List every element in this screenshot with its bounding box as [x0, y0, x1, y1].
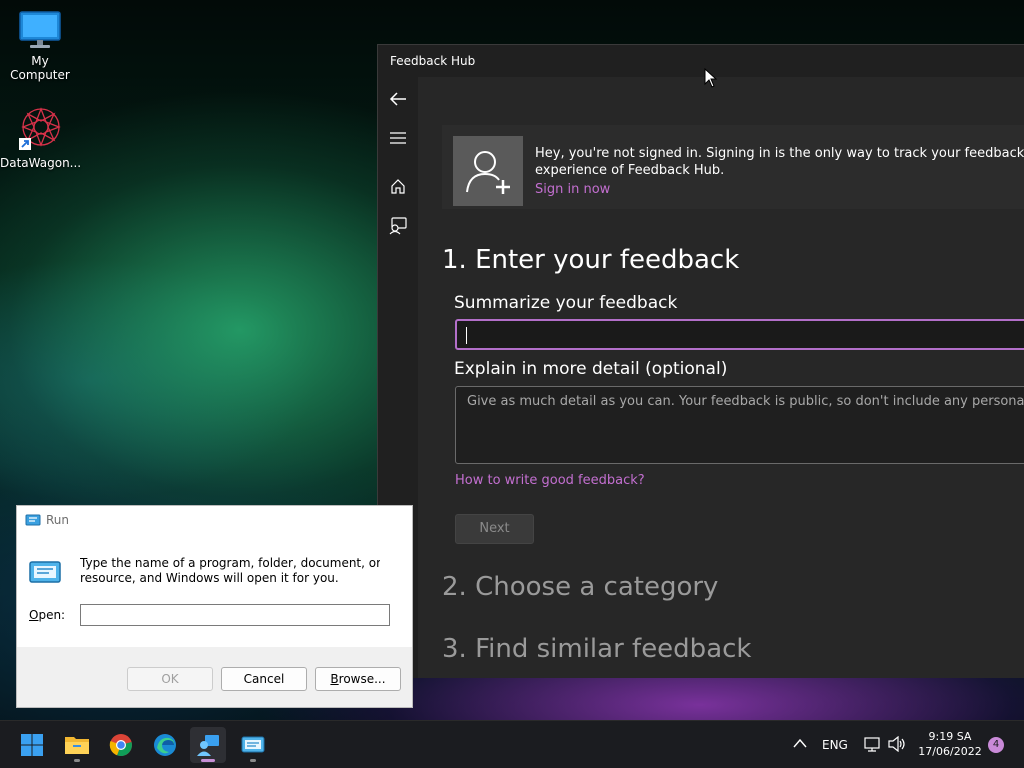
- mouse-cursor-icon: [704, 68, 718, 88]
- back-button[interactable]: [386, 87, 410, 111]
- signin-banner: Hey, you're not signed in. Signing in is…: [442, 125, 1024, 209]
- detail-placeholder: Give as much detail as you can. Your fee…: [467, 394, 1024, 409]
- feedback-hub-titlebar[interactable]: Feedback Hub: [378, 45, 1024, 77]
- start-button[interactable]: [14, 727, 50, 763]
- run-description-line: resource, and Windows will open it for y…: [80, 571, 339, 585]
- signin-message: Hey, you're not signed in. Signing in is…: [535, 145, 1024, 179]
- clock[interactable]: 9:19 SA 17/06/2022: [914, 729, 986, 759]
- running-indicator: [201, 759, 215, 762]
- notification-badge[interactable]: 4: [988, 737, 1004, 753]
- menu-button[interactable]: [386, 126, 410, 150]
- signin-message-line: Hey, you're not signed in. Signing in is…: [535, 146, 1024, 161]
- sign-in-link[interactable]: Sign in now: [535, 182, 610, 197]
- desktop-icon-label: DataWagon...: [0, 156, 82, 170]
- taskbar: ENG 9:19 SA 17/06/2022 4: [0, 720, 1024, 768]
- cancel-button[interactable]: Cancel: [221, 667, 307, 691]
- browse-button[interactable]: Browse...: [315, 667, 401, 691]
- datawagon-shortcut-icon: [19, 107, 61, 150]
- detail-label: Explain in more detail (optional): [454, 359, 728, 379]
- running-indicator: [74, 759, 80, 762]
- run-icon: [241, 736, 265, 753]
- nav-feedback[interactable]: [386, 214, 410, 238]
- add-user-icon: [466, 151, 510, 194]
- run-open-input[interactable]: [80, 604, 390, 626]
- run-title: Run: [46, 513, 70, 527]
- run-titlebar[interactable]: Run: [17, 506, 412, 534]
- running-indicator: [250, 759, 256, 762]
- next-button[interactable]: Next: [455, 514, 534, 544]
- desktop-icon-label: My Computer: [10, 54, 70, 82]
- network-icon[interactable]: [864, 736, 882, 752]
- summarize-feedback-input[interactable]: [455, 319, 1024, 350]
- taskbar-edge[interactable]: [147, 727, 183, 763]
- signin-message-line: experience of Feedback Hub.: [535, 163, 725, 178]
- summarize-label: Summarize your feedback: [454, 293, 678, 313]
- volume-icon[interactable]: [888, 736, 906, 752]
- run-body: Type the name of a program, folder, docu…: [17, 534, 412, 647]
- back-arrow-icon: [389, 92, 406, 106]
- section-heading-choose-category[interactable]: 2. Choose a category: [442, 572, 718, 602]
- home-icon: [391, 179, 405, 194]
- run-icon: [25, 514, 41, 526]
- feedback-hub-window: Feedback Hub Hey, you're not signed in. …: [377, 44, 1024, 678]
- window-title: Feedback Hub: [390, 54, 476, 68]
- taskbar-run[interactable]: [235, 727, 271, 763]
- feedback-hub-content: Hey, you're not signed in. Signing in is…: [418, 77, 1024, 678]
- file-explorer-icon: [65, 737, 89, 754]
- taskbar-feedback-hub[interactable]: [190, 727, 226, 763]
- edge-icon: [154, 734, 176, 756]
- hamburger-menu-icon: [390, 132, 406, 144]
- monitor-icon: [19, 11, 61, 48]
- clock-date: 17/06/2022: [918, 745, 982, 758]
- windows-start-icon: [21, 734, 43, 756]
- how-to-write-feedback-link[interactable]: How to write good feedback?: [455, 473, 645, 488]
- feedback-detail-textarea[interactable]: Give as much detail as you can. Your fee…: [455, 386, 1024, 464]
- chrome-icon: [109, 734, 132, 757]
- run-description: Type the name of a program, folder, docu…: [80, 556, 380, 586]
- desktop-icon-datawagon[interactable]: DataWagon...: [0, 106, 82, 170]
- avatar: [453, 136, 523, 206]
- open-label: Open:: [29, 608, 66, 622]
- run-program-icon: [29, 561, 61, 583]
- section-heading-enter-feedback: 1. Enter your feedback: [442, 245, 740, 275]
- desktop-icon-my-computer[interactable]: My Computer: [0, 10, 80, 82]
- text-caret: [466, 327, 467, 344]
- chevron-up-icon[interactable]: [792, 737, 808, 749]
- ok-button[interactable]: OK: [127, 667, 213, 691]
- section-heading-find-similar[interactable]: 3. Find similar feedback: [442, 634, 751, 664]
- feedback-icon: [389, 217, 407, 235]
- language-indicator[interactable]: ENG: [822, 738, 848, 752]
- run-description-line: Type the name of a program, folder, docu…: [80, 556, 380, 570]
- taskbar-chrome[interactable]: [103, 727, 139, 763]
- nav-home[interactable]: [386, 174, 410, 198]
- taskbar-file-explorer[interactable]: [59, 727, 95, 763]
- feedback-hub-icon: [197, 735, 219, 756]
- run-dialog: Run Type the name of a program, folder, …: [16, 505, 413, 708]
- clock-time: 9:19 SA: [928, 730, 972, 743]
